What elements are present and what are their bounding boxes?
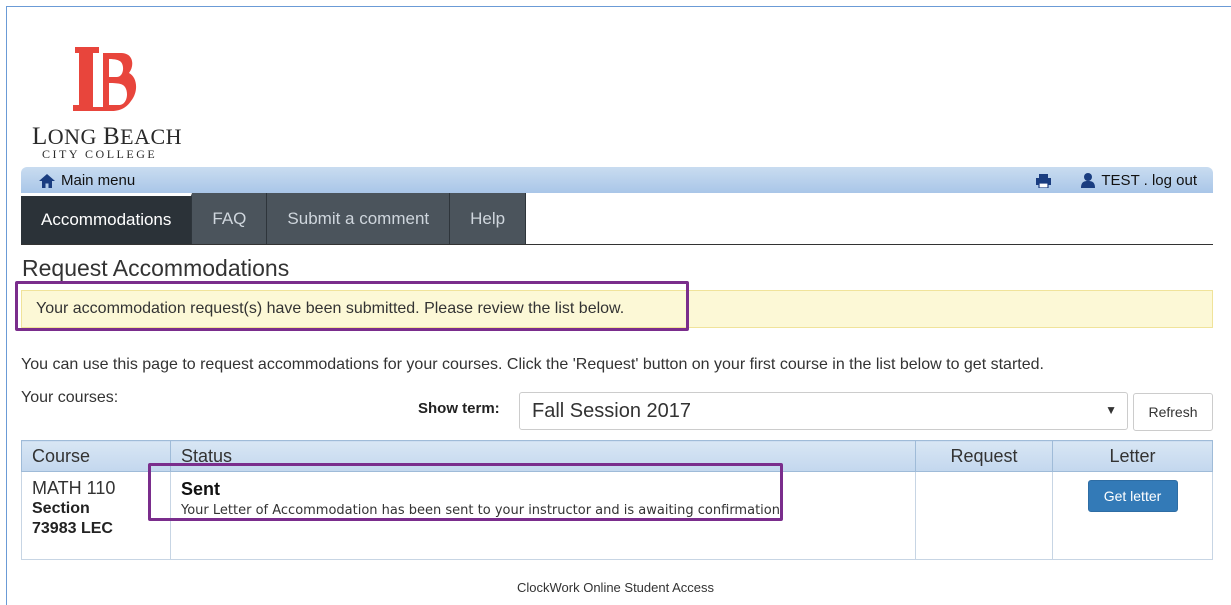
- section-label: Section: [32, 500, 90, 517]
- request-cell: [915, 471, 1053, 560]
- lb-monogram-icon: [73, 47, 137, 111]
- nav-tabs: Accommodations FAQ Submit a comment Help: [21, 193, 527, 244]
- intro-text: You can use this page to request accommo…: [21, 356, 1044, 373]
- dropdown-caret-icon: ▼: [1105, 403, 1117, 417]
- header-letter: Letter: [1052, 440, 1213, 472]
- top-bar: Main menu TEST . log out: [21, 167, 1213, 193]
- top-right-controls: TEST . log out: [1036, 172, 1197, 189]
- status-highlight-box: [148, 463, 783, 521]
- tab-faq[interactable]: FAQ: [192, 193, 268, 244]
- print-icon[interactable]: [1036, 173, 1052, 188]
- page-title: Request Accommodations: [22, 255, 290, 281]
- home-icon: [39, 173, 55, 188]
- main-menu-label: Main menu: [61, 172, 136, 189]
- alert-highlight-box: [15, 281, 689, 331]
- refresh-button[interactable]: Refresh: [1133, 393, 1213, 431]
- term-selected-value: Fall Session 2017: [532, 400, 691, 422]
- tab-accommodations[interactable]: Accommodations: [21, 193, 193, 244]
- tab-submit-comment[interactable]: Submit a comment: [267, 193, 451, 244]
- show-term-label: Show term:: [418, 400, 500, 417]
- logo-subtitle: CITY COLLEGE: [42, 147, 158, 161]
- tab-help[interactable]: Help: [450, 193, 527, 244]
- term-select[interactable]: Fall Session 2017 ▼: [519, 392, 1128, 430]
- your-courses-label: Your courses:: [21, 389, 119, 406]
- user-icon: [1081, 173, 1096, 188]
- footer-text: ClockWork Online Student Access: [517, 580, 715, 595]
- course-name: MATH 110: [32, 478, 116, 498]
- section-number: 73983 LEC: [32, 520, 113, 537]
- tab-divider: [21, 244, 1213, 245]
- header-request: Request: [915, 440, 1053, 472]
- logout-link[interactable]: TEST . log out: [1101, 172, 1197, 189]
- main-menu-link[interactable]: Main menu: [39, 172, 135, 189]
- get-letter-button[interactable]: Get letter: [1087, 480, 1178, 512]
- letter-cell: Get letter: [1052, 471, 1213, 560]
- lbcc-logo: LONG BEACH CITY COLLEGE: [32, 45, 182, 161]
